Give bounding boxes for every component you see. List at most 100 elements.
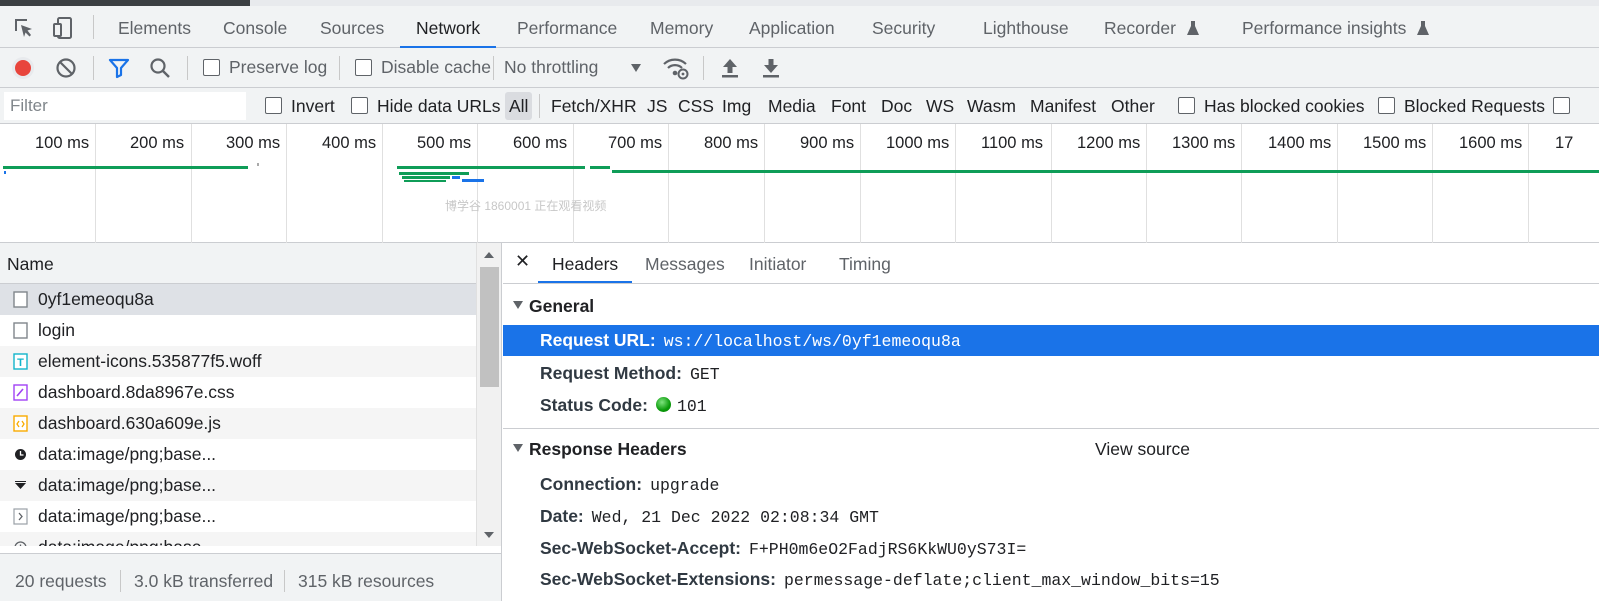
tab-security[interactable]: Security: [872, 6, 935, 48]
request-row[interactable]: data:image/png;base...: [0, 532, 476, 546]
type-filter-all[interactable]: All: [505, 92, 533, 120]
waterfall-bar: [612, 170, 1599, 173]
filter-bar: Invert Hide data URLs All Fetch/XHR JS C…: [0, 88, 1599, 124]
tab-headers[interactable]: Headers: [538, 243, 633, 283]
request-row[interactable]: T element-icons.535877f5.woff: [0, 346, 476, 377]
tab-recorder[interactable]: Recorder: [1104, 6, 1199, 48]
tab-performance-insights-label: Performance insights: [1242, 18, 1407, 38]
timeline-tick-label: 600 ms: [513, 134, 568, 152]
hide-data-urls-checkbox[interactable]: [351, 97, 368, 114]
request-row[interactable]: dashboard.630a609e.js: [0, 408, 476, 439]
request-url-key: Request URL:: [540, 330, 656, 350]
preserve-log-label: Preserve log: [229, 57, 328, 77]
tab-timing[interactable]: Timing: [839, 243, 891, 283]
type-filter-other[interactable]: Other: [1111, 96, 1155, 117]
header-key: Connection:: [540, 474, 643, 494]
requests-scrollbar[interactable]: [476, 243, 501, 546]
waterfall-bar: [4, 171, 6, 174]
request-row[interactable]: login: [0, 315, 476, 346]
blocked-requests-label: Blocked Requests: [1404, 96, 1546, 116]
details-tab-bar: ✕ Headers Messages Initiator Timing: [503, 243, 1599, 284]
response-headers-section-header[interactable]: Response Headers: [503, 439, 687, 460]
general-title: General: [529, 296, 595, 316]
request-row[interactable]: data:image/png;base...: [0, 439, 476, 470]
waterfall-bar: [399, 172, 469, 175]
column-name-header[interactable]: Name: [7, 254, 54, 275]
request-method-value: GET: [689, 365, 720, 384]
record-icon[interactable]: [11, 56, 35, 80]
tab-application[interactable]: Application: [749, 6, 835, 48]
export-har-icon[interactable]: [760, 56, 782, 80]
preserve-log-checkbox[interactable]: [203, 59, 220, 76]
tab-sources[interactable]: Sources: [320, 6, 384, 48]
waterfall-bar: [462, 179, 484, 182]
type-filter-img[interactable]: Img: [722, 96, 751, 117]
type-filter-doc[interactable]: Doc: [881, 96, 912, 117]
hide-data-urls-label: Hide data URLs: [377, 96, 501, 116]
import-har-icon[interactable]: [719, 56, 741, 80]
request-name: element-icons.535877f5.woff: [38, 351, 262, 371]
view-source-link[interactable]: View source: [1095, 439, 1190, 460]
close-details-icon[interactable]: ✕: [515, 251, 530, 272]
request-name: dashboard.630a609e.js: [38, 413, 221, 433]
request-row[interactable]: data:image/png;base...: [0, 501, 476, 532]
document-icon: [13, 322, 28, 339]
scroll-up-arrow-icon[interactable]: [483, 251, 495, 259]
type-filter-manifest[interactable]: Manifest: [1030, 96, 1096, 117]
waterfall-bar: [590, 166, 610, 169]
tab-lighthouse[interactable]: Lighthouse: [983, 6, 1069, 48]
request-row[interactable]: data:image/png;base...: [0, 470, 476, 501]
filter-input[interactable]: [4, 92, 246, 120]
throttling-select[interactable]: No throttling: [503, 48, 648, 88]
script-file-icon: [13, 415, 28, 432]
scrollbar-thumb[interactable]: [480, 267, 499, 387]
has-blocked-cookies-checkbox[interactable]: [1178, 97, 1195, 114]
tab-initiator[interactable]: Initiator: [749, 243, 806, 283]
disable-cache-checkbox[interactable]: [355, 59, 372, 76]
header-key: Sec-WebSocket-Accept:: [540, 538, 741, 558]
blocked-requests-checkbox[interactable]: [1378, 97, 1395, 114]
general-section-header[interactable]: General: [503, 296, 594, 317]
tab-memory[interactable]: Memory: [650, 6, 713, 48]
type-filter-font[interactable]: Font: [831, 96, 866, 117]
invert-checkbox[interactable]: [265, 97, 282, 114]
status-code-row: Status Code: 101: [540, 395, 707, 416]
tab-messages[interactable]: Messages: [645, 243, 725, 283]
type-filter-media[interactable]: Media: [768, 96, 816, 117]
type-filter-fetch-xhr[interactable]: Fetch/XHR: [551, 96, 637, 117]
clear-icon[interactable]: [54, 56, 78, 80]
tab-performance[interactable]: Performance: [517, 6, 617, 48]
type-filter-wasm[interactable]: Wasm: [967, 96, 1016, 117]
toolbar-separator: [339, 56, 340, 80]
network-conditions-icon[interactable]: [662, 55, 690, 81]
request-row[interactable]: 0yf1emeoqu8a: [0, 284, 476, 315]
type-filter-css[interactable]: CSS: [678, 96, 714, 117]
tab-performance-insights[interactable]: Performance insights: [1242, 6, 1430, 48]
expand-triangle-icon: [513, 301, 523, 309]
filter-icon[interactable]: [107, 56, 131, 80]
third-party-checkbox[interactable]: [1553, 97, 1570, 114]
device-toolbar-icon[interactable]: [52, 16, 76, 40]
tab-network[interactable]: Network: [400, 6, 497, 48]
tab-elements[interactable]: Elements: [118, 6, 191, 48]
timeline-overview[interactable]: 100 ms 200 ms 300 ms 400 ms 500 ms 600 m…: [0, 124, 1599, 243]
requests-table-header[interactable]: Name: [0, 243, 476, 284]
request-method-key: Request Method:: [540, 363, 682, 383]
request-row[interactable]: dashboard.8da8967e.css: [0, 377, 476, 408]
inspect-element-icon[interactable]: [12, 16, 36, 40]
tab-console[interactable]: Console: [223, 6, 287, 48]
request-url-value: ws://localhost/ws/0yf1emeoqu8a: [663, 332, 961, 351]
type-filter-ws[interactable]: WS: [926, 96, 954, 117]
timeline-tick-label: 300 ms: [226, 134, 281, 152]
dropdown-arrow-icon: [631, 64, 641, 72]
timeline-tick-label: 1400 ms: [1268, 134, 1332, 152]
waterfall-bar: [397, 166, 585, 169]
header-value: Wed, 21 Dec 2022 02:08:34 GMT: [591, 508, 879, 527]
type-filter-js[interactable]: JS: [647, 96, 667, 117]
scroll-down-arrow-icon[interactable]: [483, 531, 495, 539]
header-value: permessage-deflate;client_max_window_bit…: [784, 571, 1220, 590]
disable-cache-label: Disable cache: [381, 57, 491, 77]
search-icon[interactable]: [148, 56, 172, 80]
request-url-row[interactable]: Request URL: ws://localhost/ws/0yf1emeoqu…: [503, 325, 1599, 356]
request-name: 0yf1emeoqu8a: [38, 289, 154, 309]
